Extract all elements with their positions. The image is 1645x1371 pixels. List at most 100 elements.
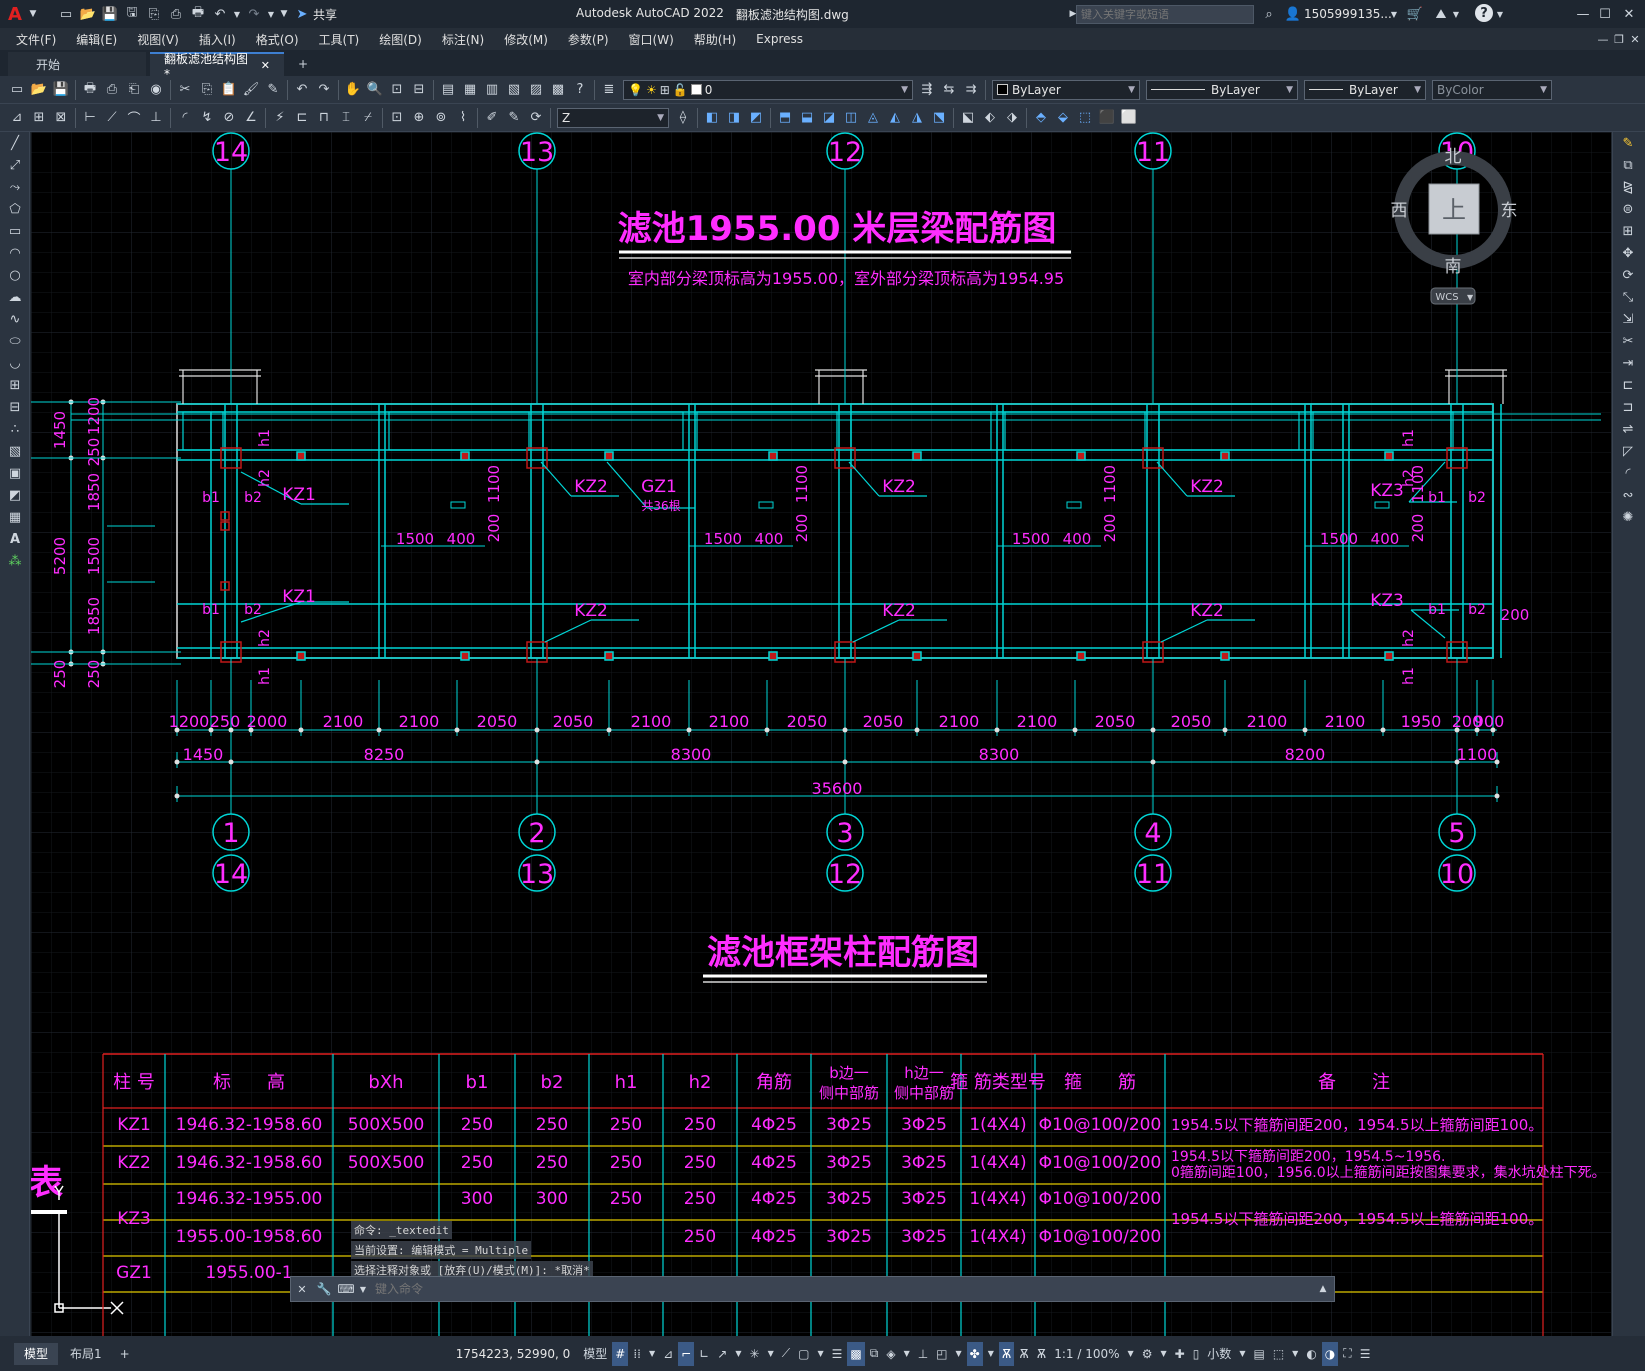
viewcube-north[interactable]: 北 xyxy=(1445,147,1462,167)
gradient-icon[interactable]: ▣ xyxy=(0,462,30,484)
annotation-monitor-icon[interactable]: ✚ xyxy=(1172,1342,1188,1366)
command-customize-icon[interactable]: 🔧 xyxy=(314,1279,334,1299)
a360-dropdown-icon[interactable]: ▼ xyxy=(1451,4,1461,24)
menu-modify[interactable]: 修改(M) xyxy=(494,31,558,48)
user-name[interactable]: 1505999135... xyxy=(1304,7,1392,21)
table-icon[interactable]: ▦ xyxy=(0,506,30,528)
hardware-acceleration-icon[interactable]: ◑ xyxy=(1321,1341,1339,1366)
redo-dropdown-icon[interactable]: ▼ xyxy=(266,4,276,24)
model-space-button[interactable]: 模型 xyxy=(580,1342,610,1366)
blend-icon[interactable]: ∾ xyxy=(1613,484,1643,506)
rectangle-icon[interactable]: ▭ xyxy=(0,220,30,242)
dimstyle-combo[interactable]: Z ▼ xyxy=(557,107,669,128)
maximize-icon[interactable]: ☐ xyxy=(1595,4,1615,24)
units-dropdown-icon[interactable]: ▼ xyxy=(1236,1342,1248,1366)
command-recent-icon[interactable]: ⌨ xyxy=(336,1279,356,1299)
dim-aligned-icon[interactable]: ⟋ xyxy=(102,108,122,128)
dim-angular-icon[interactable]: ∠ xyxy=(241,108,261,128)
3d-osnap-icon[interactable]: ◈ xyxy=(883,1342,898,1366)
undo-icon[interactable]: ↶ xyxy=(210,4,230,24)
object-snap-icon[interactable]: ▢ xyxy=(795,1342,812,1366)
ellipse-icon[interactable]: ⬭ xyxy=(0,330,30,352)
layer-previous-icon[interactable]: ⇆ xyxy=(939,80,959,100)
command-recent-dropdown-icon[interactable]: ▼ xyxy=(358,1279,368,1299)
tool-s-icon[interactable]: ⬜ xyxy=(1119,108,1139,128)
copy-icon[interactable]: ⎘ xyxy=(197,80,217,100)
region-icon[interactable]: ◩ xyxy=(0,484,30,506)
autodesk-a360-icon[interactable]: ⛰ xyxy=(1431,4,1451,24)
inspect-icon[interactable]: ⊚ xyxy=(431,108,451,128)
freeze-icon[interactable]: ⊞ xyxy=(660,83,670,97)
command-input[interactable] xyxy=(369,1279,1312,1299)
lineweight-combo[interactable]: ByLayer ▼ xyxy=(1304,79,1426,100)
3d-osnap-dropdown-icon[interactable]: ▼ xyxy=(901,1342,913,1366)
tool-c-icon[interactable]: ⊠ xyxy=(51,108,71,128)
dimstyle-dropdown-icon[interactable]: ▼ xyxy=(657,113,664,123)
markup-icon[interactable]: ▨ xyxy=(526,80,546,100)
draworder-above-icon[interactable]: ◩ xyxy=(746,108,766,128)
polyline-icon[interactable]: ⤳ xyxy=(0,176,30,198)
customization-icon[interactable]: ☰ xyxy=(1357,1342,1374,1366)
lock-ui-icon[interactable]: ⬚ xyxy=(1270,1342,1287,1366)
stretch-icon[interactable]: ⇲ xyxy=(1613,308,1643,330)
qnew-icon[interactable]: ▭ xyxy=(7,80,27,100)
draworder-front-icon[interactable]: ◧ xyxy=(702,108,722,128)
search-icon[interactable]: ⌕ xyxy=(1259,4,1279,24)
layer-combo[interactable]: 💡 ☀ ⊞ 🔓 0 ▼ xyxy=(623,79,913,100)
dim-jogged-icon[interactable]: ↯ xyxy=(197,108,217,128)
tool-e-icon[interactable]: ⬓ xyxy=(797,108,817,128)
annotation-scale-value[interactable]: 1:1 / 100% xyxy=(1051,1342,1122,1366)
tool-g-icon[interactable]: ◫ xyxy=(841,108,861,128)
transparency-icon[interactable]: ▩ xyxy=(847,1341,865,1366)
center-mark-icon[interactable]: ⊕ xyxy=(409,108,429,128)
lineweight-icon[interactable]: ☰ xyxy=(829,1342,846,1366)
selection-filter-dropdown-icon[interactable]: ▼ xyxy=(953,1342,965,1366)
zoom-previous-icon[interactable]: ⊟ xyxy=(409,80,429,100)
isodraft-dropdown-icon[interactable]: ▼ xyxy=(765,1342,777,1366)
clean-screen-icon[interactable]: ⛶ xyxy=(1340,1342,1354,1366)
menu-window[interactable]: 窗口(W) xyxy=(619,31,684,48)
doc-close-icon[interactable]: ✕ xyxy=(1625,29,1645,49)
menu-dimension[interactable]: 标注(N) xyxy=(432,31,494,48)
plot-icon[interactable]: 🖶 xyxy=(80,80,100,100)
new-tab-button[interactable]: + xyxy=(284,52,322,76)
drawing-canvas[interactable]: KZ1 KZ1 KZ2 GZ1 共36根 KZ2 KZ2 KZ3 KZ3 KZ2 KZ2 KZ2 b1 b… xyxy=(31,132,1611,1336)
menu-express[interactable]: Express xyxy=(746,32,813,46)
copy-object-icon[interactable]: ⧉ xyxy=(1613,154,1643,176)
undo-icon[interactable]: ↶ xyxy=(292,80,312,100)
revcloud-icon[interactable]: ☁ xyxy=(0,286,30,308)
tool-k-icon[interactable]: ⬔ xyxy=(929,108,949,128)
web-save-icon[interactable]: ⎙ xyxy=(166,4,186,24)
menu-format[interactable]: 格式(O) xyxy=(246,31,309,48)
viewcube-top-face[interactable]: 上 xyxy=(1442,196,1466,224)
mtext-icon[interactable]: A xyxy=(0,528,30,550)
cut-icon[interactable]: ✂ xyxy=(175,80,195,100)
hatch-icon[interactable]: ▧ xyxy=(0,440,30,462)
share-button[interactable]: 共享 xyxy=(313,6,337,23)
dim-ordinate-icon[interactable]: ⊥ xyxy=(146,108,166,128)
dim-break-icon[interactable]: ⌿ xyxy=(358,108,378,128)
tool-l-icon[interactable]: ⬕ xyxy=(958,108,978,128)
menu-insert[interactable]: 插入(I) xyxy=(189,31,246,48)
join-icon[interactable]: ⇌ xyxy=(1613,418,1643,440)
tab-close-icon[interactable]: ✕ xyxy=(261,59,270,72)
line-icon[interactable]: ╱ xyxy=(0,132,30,154)
extend-icon[interactable]: ⇥ xyxy=(1613,352,1643,374)
ortho-icon[interactable]: ∟ xyxy=(696,1342,712,1366)
trim-icon[interactable]: ✂ xyxy=(1613,330,1643,352)
object-snap-dropdown-icon[interactable]: ▼ xyxy=(814,1342,826,1366)
insert-block-icon[interactable]: ⊞ xyxy=(0,374,30,396)
tolerance-icon[interactable]: ⊡ xyxy=(387,108,407,128)
chamfer-icon[interactable]: ◸ xyxy=(1613,440,1643,462)
arc-icon[interactable]: ◠ xyxy=(0,242,30,264)
tool-j-icon[interactable]: ◮ xyxy=(907,108,927,128)
annotation-scale-icon[interactable]: Ѫ xyxy=(1034,1342,1049,1366)
save-icon[interactable]: 💾 xyxy=(100,4,120,24)
dynamic-input-icon[interactable]: ⌐ xyxy=(678,1341,695,1366)
block-editor-icon[interactable]: ✎ xyxy=(263,80,283,100)
gizmo-icon[interactable]: ✤ xyxy=(966,1341,983,1366)
break-icon[interactable]: ⊐ xyxy=(1613,396,1643,418)
open-icon[interactable]: 📂 xyxy=(29,80,49,100)
tool-a-icon[interactable]: ⊿ xyxy=(7,108,27,128)
dim-radius-icon[interactable]: ◜ xyxy=(175,108,195,128)
